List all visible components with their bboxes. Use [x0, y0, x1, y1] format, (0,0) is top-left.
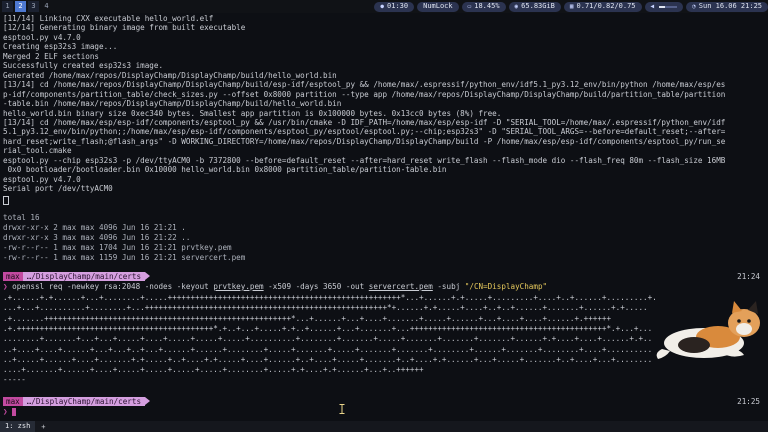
cmd-subject: "/CN=DisplayChamp": [464, 282, 548, 291]
datetime-value: Sun 16.06 21:25: [698, 2, 762, 10]
terminal-output-line: -----: [3, 375, 26, 385]
prompt-chevron: ❯: [3, 407, 8, 416]
cpu-icon: ▦: [569, 3, 574, 10]
tmux-new-window[interactable]: +: [41, 423, 45, 431]
prompt-time-2: 21:25: [737, 397, 760, 406]
cat-sticker: [652, 301, 768, 363]
terminal-output-line: -rw-r--r-- 1 max max 1159 Jun 16 21:21 s…: [3, 253, 246, 262]
cmd-certfile: servercert.pem: [368, 282, 433, 291]
terminal-output-line: ..+....+....+......+...+...+..+...+.....…: [3, 344, 653, 354]
terminal-output-line: drwxr-xr-x 2 max max 4096 Jun 16 21:21 .: [3, 223, 186, 232]
workspace-4-button[interactable]: 4: [41, 1, 52, 12]
terminal-output-line: Serial port /dev/ttyACM0: [3, 184, 113, 194]
prompt-path: …/DisplayChamp/main/certs: [22, 271, 146, 281]
battery-icon: ▭: [467, 3, 472, 10]
terminal-output-line: Merged 2 ELF sections: [3, 51, 100, 61]
numlock-module: NumLock: [417, 1, 459, 12]
text-cursor: [12, 408, 17, 416]
cmd-part-c: -subj: [432, 282, 465, 291]
disk-module: ◉ 65.83GiB: [508, 1, 561, 12]
active-input-line[interactable]: ❯: [3, 407, 17, 416]
disk-icon: ◉: [514, 3, 519, 10]
volume-icon: ◀: [650, 3, 655, 10]
top-status-bar: 1 2 3 4 ● 01:30 NumLock ▭ 18.45% ◉ 65.83…: [0, 0, 768, 13]
prompt-path: …/DisplayChamp/main/certs: [22, 396, 146, 406]
terminal-output-line: esptool.py v4.7.0: [3, 32, 81, 42]
disk-value: 65.83GiB: [521, 2, 555, 10]
tmux-status-bar: 1: zsh +: [0, 421, 768, 432]
load-module: ▦ 0.71/0.82/0.75: [563, 1, 642, 12]
shell-prompt-2: max …/DisplayChamp/main/certs: [3, 396, 151, 406]
terminal-output-line: Successfully created esp32s3 image.: [3, 61, 164, 71]
terminal-pane[interactable]: [11/14] Linking CXX executable hello_wor…: [0, 13, 768, 421]
openssl-command: ❯ openssl req -newkey rsa:2048 -nodes -k…: [3, 282, 547, 291]
clock-icon: ●: [380, 3, 385, 10]
terminal-output-line: [13/14] cd /home/max/repos/DisplayChamp/…: [3, 80, 726, 90]
terminal-output-line: hello_world.bin binary size 0xec340 byte…: [3, 108, 502, 118]
mouse-ibeam-cursor: [339, 404, 345, 414]
cmd-part-a: openssl req -newkey rsa:2048 -nodes -key…: [7, 282, 214, 291]
cmd-keyfile: prvtkey.pem: [213, 282, 264, 291]
terminal-output-line: 0x0 bootloader/bootloader.bin 0x10000 he…: [3, 165, 447, 175]
battery-value: 18.45%: [474, 2, 500, 10]
volume-module[interactable]: ◀: [644, 1, 684, 12]
terminal-output-line: [13/14] cd /home/max/esp/esp-idf/compone…: [3, 117, 726, 127]
workspace-switcher: 1 2 3 4: [0, 0, 52, 13]
terminal-output-line: [12/14] Generating binary image from bui…: [3, 23, 246, 33]
terminal-output-line: Generated /home/max/repos/DisplayChamp/D…: [3, 70, 337, 80]
terminal-output-line: .+......+.+......+...+........+.....++++…: [3, 293, 657, 302]
terminal-output-line: Creating esp32s3 image...: [3, 42, 118, 52]
inactive-cursor: [3, 196, 9, 205]
prompt-arrow: [145, 397, 151, 405]
terminal-output-line: -table.bin /home/max/repos/DisplayChamp/…: [3, 99, 342, 109]
terminal-output-line: ........+.......+...+...+.....+....+....…: [3, 334, 657, 344]
uptime-value: 01:30: [387, 2, 409, 10]
terminal-output-line: hard_reset;write_flash;@flash_args" -D W…: [3, 136, 726, 146]
shell-prompt-1: max …/DisplayChamp/main/certs: [3, 271, 151, 281]
prompt-user: max: [3, 271, 23, 281]
battery-module: ▭ 18.45%: [461, 1, 506, 12]
terminal-output-line: esptool.py --chip esp32s3 -p /dev/ttyACM…: [3, 155, 726, 165]
clock-module: ◔ Sun 16.06 21:25: [686, 1, 768, 12]
uptime-module: ● 01:30: [374, 1, 415, 12]
workspace-2-button[interactable]: 2: [15, 1, 26, 12]
cmd-part-b: -x509 -days 3650 -out: [263, 282, 369, 291]
volume-slider[interactable]: [659, 5, 678, 8]
status-modules: ● 01:30 NumLock ▭ 18.45% ◉ 65.83GiB ▦ 0.…: [371, 0, 768, 13]
terminal-output-line: p-idf/components/partition_table/check_s…: [3, 89, 726, 99]
terminal-output-line: total 16: [3, 213, 40, 222]
prompt-user: max: [3, 396, 23, 406]
workspace-3-button[interactable]: 3: [28, 1, 39, 12]
tmux-window-tab[interactable]: 1: zsh: [0, 421, 36, 432]
numlock-label: NumLock: [423, 2, 453, 10]
terminal-output-line: drwxr-xr-x 3 max max 4096 Jun 16 21:22 .…: [3, 233, 191, 242]
workspace-1-button[interactable]: 1: [2, 1, 13, 12]
terminal-output-line: .+.......+++++++++++++++++++++++++++++++…: [3, 313, 612, 323]
prompt-arrow: [145, 272, 151, 280]
prompt-time-1: 21:24: [737, 272, 760, 281]
terminal-output-line: ..+.....+......+....+.......+.+.....+..+…: [3, 354, 657, 364]
terminal-output-line: .+.+++++++++++++++++++++++++++++++++++++…: [3, 323, 666, 333]
terminal-output-line: [11/14] Linking CXX executable hello_wor…: [3, 14, 214, 23]
terminal-output-line: ....+.......+......+....+.....+.....+...…: [3, 365, 424, 375]
terminal-output-line: 5.1_py3.12_env/bin/python;;/home/max/esp…: [3, 127, 726, 137]
terminal-output-line: esptool.py v4.7.0: [3, 174, 81, 184]
terminal-output-line: ...+...+..........+........+...+++++++++…: [3, 303, 648, 313]
terminal-output-line: -rw-r--r-- 1 max max 1704 Jun 16 21:21 p…: [3, 243, 232, 252]
calendar-icon: ◔: [692, 3, 696, 10]
load-value: 0.71/0.82/0.75: [576, 2, 636, 10]
terminal-output-line: rial_tool.cmake: [3, 146, 72, 156]
